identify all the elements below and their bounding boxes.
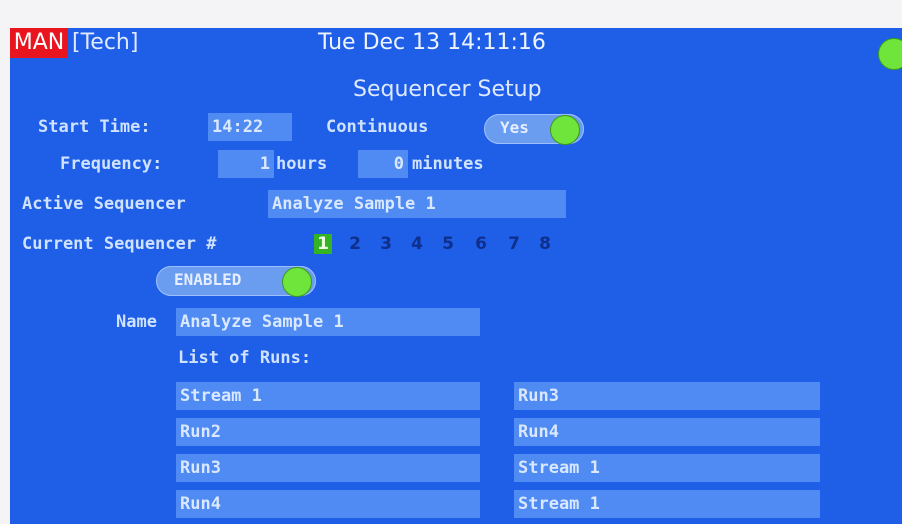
hours-unit-label: hours bbox=[276, 154, 328, 174]
run-left-4[interactable]: Run4 bbox=[176, 490, 480, 518]
name-input[interactable]: Analyze Sample 1 bbox=[176, 308, 480, 336]
frequency-label: Frequency: bbox=[60, 154, 163, 174]
datetime-display: Tue Dec 13 14:11:16 bbox=[318, 30, 546, 55]
run-right-4[interactable]: Stream 1 bbox=[514, 490, 820, 518]
minutes-unit-label: minutes bbox=[412, 154, 484, 174]
frequency-minutes-input[interactable]: 0 bbox=[358, 150, 408, 178]
enabled-toggle[interactable]: ENABLED bbox=[156, 266, 316, 297]
continuous-toggle[interactable]: Yes bbox=[484, 114, 584, 145]
run-right-3[interactable]: Stream 1 bbox=[514, 454, 820, 482]
name-label: Name bbox=[116, 312, 157, 332]
run-left-1[interactable]: Stream 1 bbox=[176, 382, 480, 410]
toggle-knob-icon bbox=[550, 115, 580, 145]
continuous-label: Continuous bbox=[326, 117, 429, 137]
run-right-2[interactable]: Run4 bbox=[514, 418, 820, 446]
sequencer-number-1[interactable]: 1 bbox=[314, 234, 332, 254]
sequencer-number-5[interactable]: 5 bbox=[439, 234, 457, 254]
sequencer-number-6[interactable]: 6 bbox=[472, 234, 490, 254]
start-time-input[interactable]: 14:22 bbox=[208, 113, 292, 141]
run-left-3[interactable]: Run3 bbox=[176, 454, 480, 482]
start-time-label: Start Time: bbox=[38, 117, 151, 137]
run-left-2[interactable]: Run2 bbox=[176, 418, 480, 446]
enabled-toggle-label: ENABLED bbox=[174, 270, 242, 289]
page-title: Sequencer Setup bbox=[353, 77, 542, 102]
sequencer-number-8[interactable]: 8 bbox=[536, 234, 554, 254]
list-of-runs-label: List of Runs: bbox=[178, 348, 312, 368]
active-sequencer-input[interactable]: Analyze Sample 1 bbox=[268, 190, 566, 218]
sequencer-number-3[interactable]: 3 bbox=[377, 234, 395, 254]
sequencer-number-7[interactable]: 7 bbox=[505, 234, 523, 254]
continuous-toggle-label: Yes bbox=[500, 118, 529, 137]
sequencer-screen: MAN [Tech] Tue Dec 13 14:11:16 Sequencer… bbox=[10, 28, 902, 524]
current-sequencer-label: Current Sequencer # bbox=[22, 234, 217, 254]
sequencer-number-2[interactable]: 2 bbox=[346, 234, 364, 254]
sequencer-number-4[interactable]: 4 bbox=[408, 234, 426, 254]
run-right-1[interactable]: Run3 bbox=[514, 382, 820, 410]
frequency-hours-input[interactable]: 1 bbox=[218, 150, 274, 178]
user-role-label[interactable]: [Tech] bbox=[72, 28, 138, 58]
active-sequencer-label: Active Sequencer bbox=[22, 194, 186, 214]
status-indicator-icon bbox=[878, 38, 902, 70]
toggle-knob-icon bbox=[282, 267, 312, 297]
mode-badge[interactable]: MAN bbox=[10, 28, 68, 58]
